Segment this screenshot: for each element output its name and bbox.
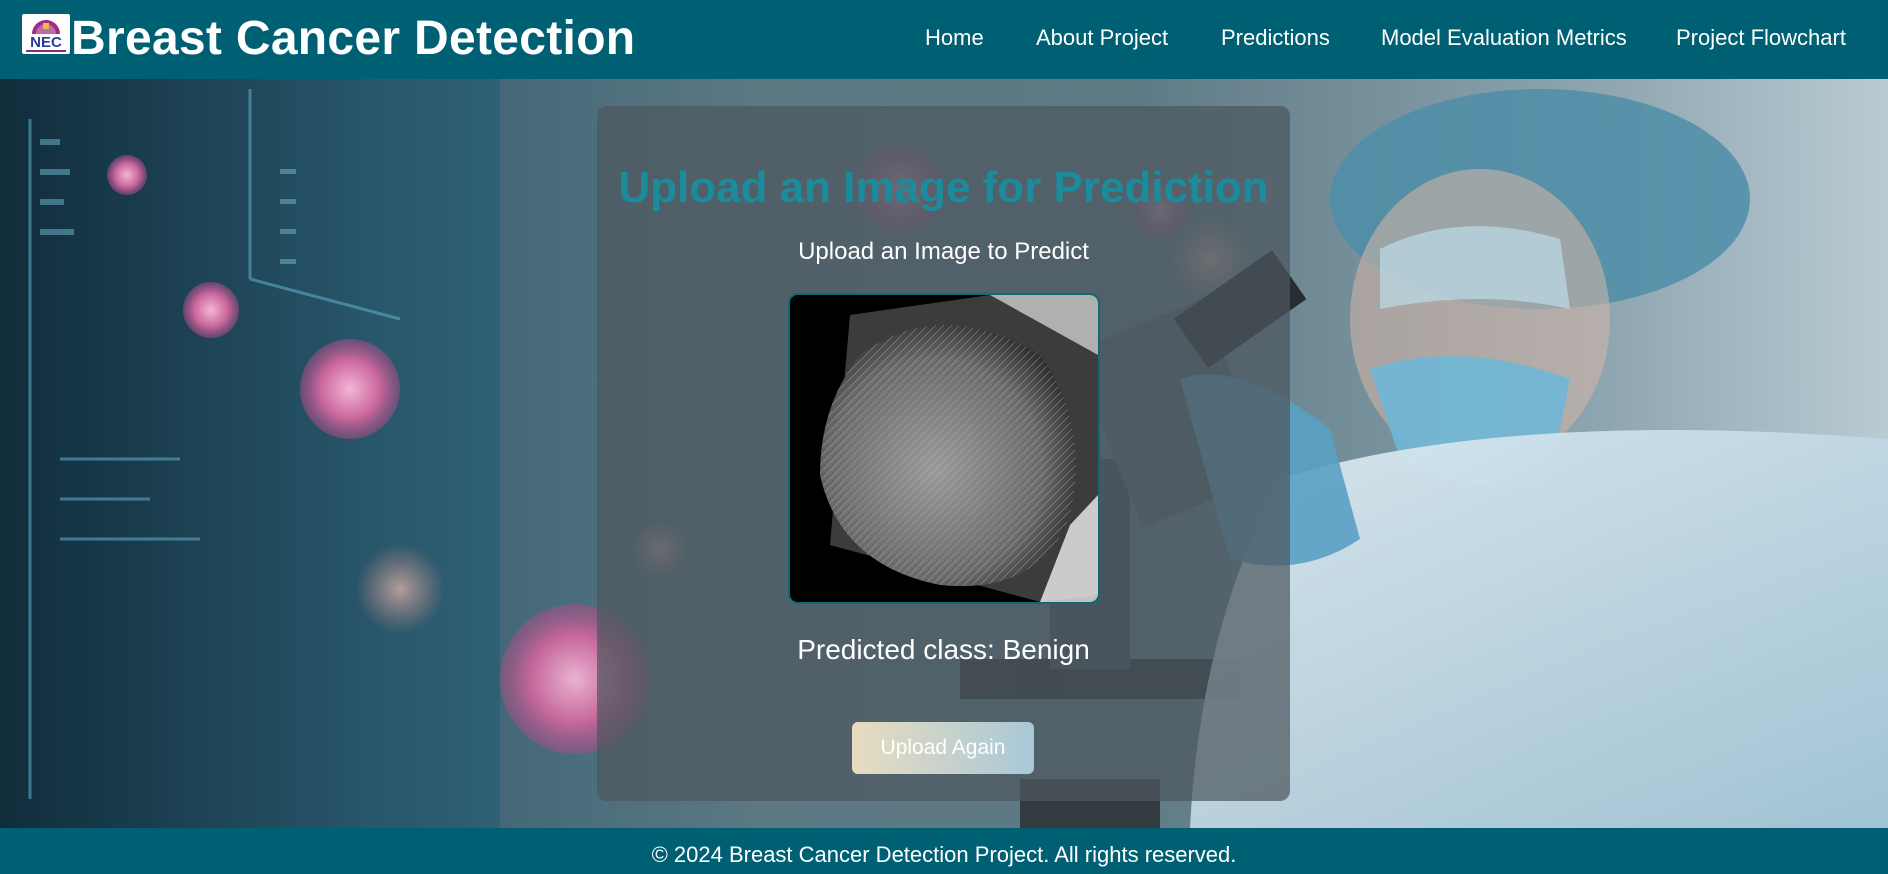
site-title: Breast Cancer Detection (71, 12, 636, 65)
footer: © 2024 Breast Cancer Detection Project. … (0, 828, 1888, 874)
logo-text: NEC (30, 34, 62, 51)
top-navbar: NEC Breast Cancer Detection Home About P… (0, 0, 1888, 79)
mammogram-image (790, 295, 1098, 602)
nav-about-project[interactable]: About Project (1036, 24, 1168, 52)
upload-card: Upload an Image for Prediction Upload an… (597, 106, 1290, 801)
nav-home[interactable]: Home (925, 24, 984, 52)
nav-model-evaluation-metrics[interactable]: Model Evaluation Metrics (1381, 24, 1627, 52)
prediction-result: Predicted class: Benign (797, 634, 1090, 665)
nav-project-flowchart[interactable]: Project Flowchart (1676, 24, 1846, 52)
upload-subheading: Upload an Image to Predict (798, 238, 1089, 265)
footer-copyright: © 2024 Breast Cancer Detection Project. … (651, 842, 1237, 867)
nav-predictions[interactable]: Predictions (1221, 24, 1330, 52)
upload-again-button[interactable]: Upload Again (852, 722, 1034, 774)
upload-heading: Upload an Image for Prediction (618, 163, 1269, 212)
nec-logo[interactable]: NEC (22, 14, 70, 54)
uploaded-image-preview (788, 293, 1100, 604)
